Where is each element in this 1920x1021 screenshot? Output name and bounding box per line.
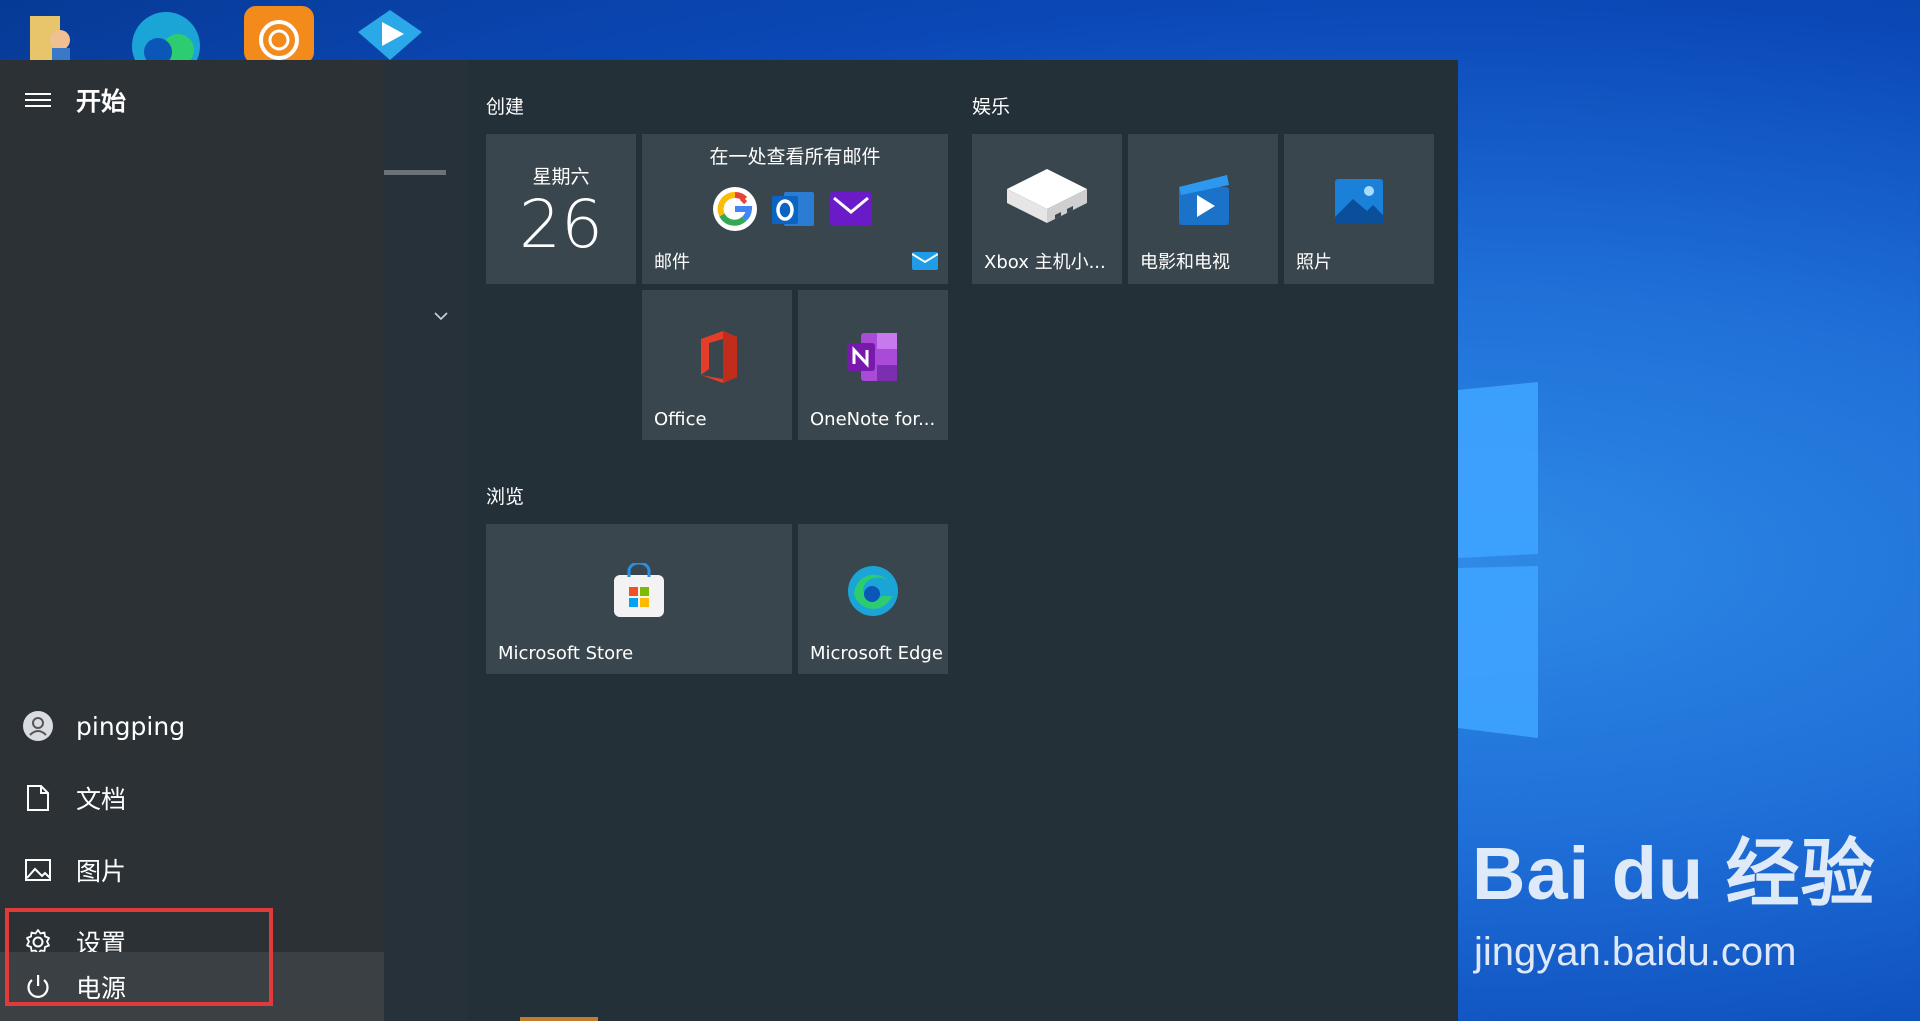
tile-label: Office [654,409,707,430]
document-icon [0,762,76,834]
tile-label: 邮件 [654,252,690,273]
start-title: 开始 [76,87,127,116]
app-list-strip[interactable] [384,60,468,1021]
movies-tv-icon [1173,173,1233,233]
group-title-create: 创建 [486,96,525,118]
sidebar-item-power[interactable]: 电源 [0,952,384,1021]
group-title-browse: 浏览 [486,486,525,508]
sidebar-item-label: 电源 [76,973,127,1003]
taskbar-highlight [520,1017,598,1021]
scroll-indicator [384,170,446,175]
sidebar-item-label: 文档 [76,785,127,814]
group-title-entertainment: 娱乐 [972,96,1011,118]
start-header[interactable]: 开始 [0,64,384,136]
mail-tile[interactable]: 在一处查看所有邮件 邮件 [642,134,948,284]
photos-icon [1333,177,1385,229]
office-tile[interactable]: Office [642,290,792,440]
tile-label: Xbox 主机小... [984,252,1106,273]
sidebar-item-user[interactable]: pingping [0,690,384,762]
calendar-day: 星期六 [532,166,590,188]
mail-account-icons [712,186,874,232]
start-menu: 开始 pingping 文档 图片 设置 电源 创建 娱乐 浏览 星期六 26 … [0,60,1458,1021]
yahoo-mail-icon [830,192,872,226]
start-sidebar: 开始 pingping 文档 图片 设置 电源 [0,60,384,1021]
edge-icon [846,564,900,622]
sidebar-item-documents[interactable]: 文档 [0,762,384,834]
sidebar-item-label: 图片 [76,857,127,886]
tile-label: Microsoft Edge [810,643,943,664]
user-folder-desktop-icon[interactable] [20,6,92,60]
xbox-tile[interactable]: Xbox 主机小... [972,134,1122,284]
user-avatar-icon [0,690,76,762]
google-icon [713,187,757,231]
chevron-down-icon[interactable] [434,306,448,325]
sidebar-item-label: pingping [76,711,186,741]
sidebar-item-pictures[interactable]: 图片 [0,834,384,906]
outlook-icon [772,192,814,226]
baidu-watermark-url: jingyan.baidu.com [1474,930,1797,974]
power-icon [0,951,76,1021]
tile-label: OneNote for... [810,409,936,430]
tile-label: Microsoft Store [498,643,634,664]
office-icon [693,329,741,389]
calendar-tile[interactable]: 星期六 26 [486,134,636,284]
microsoft-store-tile[interactable]: Microsoft Store [486,524,792,674]
store-bag-icon [612,561,666,623]
calendar-date: 26 [519,186,603,263]
tile-label: 电影和电视 [1140,252,1230,273]
media-player-desktop-icon[interactable] [352,6,424,60]
mail-badge-icon [911,250,939,274]
onenote-icon [845,331,901,387]
tile-label: 照片 [1296,252,1332,273]
microsoft-edge-tile[interactable]: Microsoft Edge [798,524,948,674]
hamburger-menu-icon[interactable] [0,64,76,136]
photos-tile[interactable]: 照片 [1284,134,1434,284]
windows-logo-desktop [1458,382,1558,746]
movies-tv-tile[interactable]: 电影和电视 [1128,134,1278,284]
mail-headline: 在一处查看所有邮件 [709,146,881,168]
orange-app-desktop-icon[interactable] [242,6,314,64]
edge-desktop-icon[interactable] [128,6,200,80]
onenote-tile[interactable]: OneNote for... [798,290,948,440]
baidu-watermark-logo: Bai du 经验 [1472,832,1876,915]
desktop-icons-row [0,0,520,80]
picture-icon [0,834,76,906]
xbox-console-icon [999,163,1095,231]
